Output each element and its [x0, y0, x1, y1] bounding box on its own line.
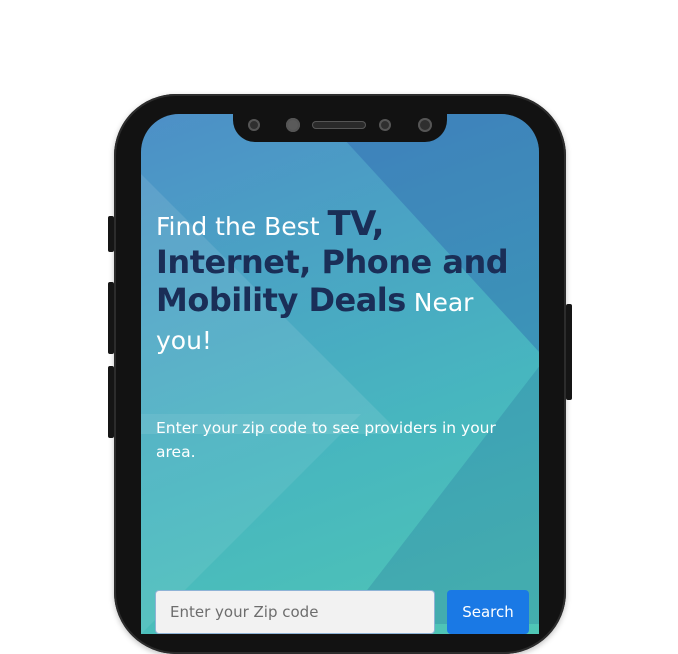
power-button	[566, 304, 572, 400]
sensor-icon	[379, 119, 391, 131]
zip-code-input[interactable]	[155, 590, 435, 634]
phone-frame: Find the Best TV, Internet, Phone and Mo…	[108, 94, 572, 654]
heading-highlight-tv: TV,	[327, 204, 384, 244]
hero-subtitle: Enter your zip code to see providers in …	[156, 419, 496, 461]
speaker-grille	[312, 121, 366, 129]
silent-switch	[108, 216, 114, 252]
phone-notch	[233, 114, 447, 142]
search-button[interactable]: Search	[447, 590, 529, 634]
hero-heading: Find the Best TV, Internet, Phone and Mo…	[156, 204, 528, 357]
camera-icon	[286, 118, 300, 132]
camera-icon	[418, 118, 432, 132]
phone-screen: Find the Best TV, Internet, Phone and Mo…	[141, 114, 539, 634]
background-facet	[341, 364, 539, 624]
sensor-icon	[248, 119, 260, 131]
volume-up-button	[108, 282, 114, 354]
volume-down-button	[108, 366, 114, 438]
heading-intro: Find the Best	[156, 212, 328, 241]
